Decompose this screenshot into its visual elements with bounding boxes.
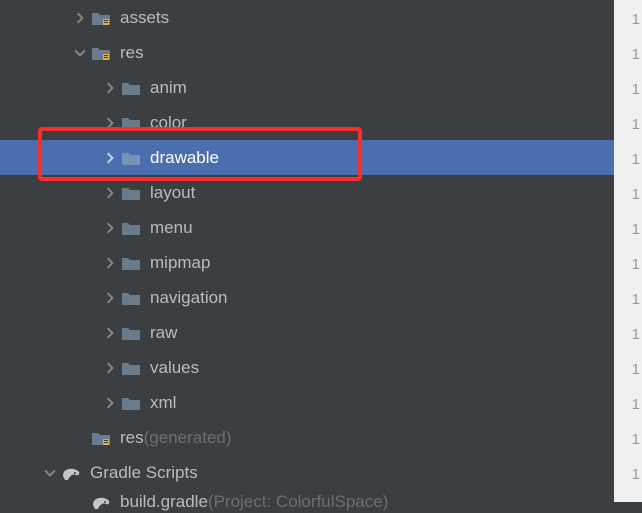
gutter-line: 1 — [614, 282, 642, 317]
folder-icon — [120, 147, 142, 169]
gutter-line: 1 — [614, 107, 642, 142]
tree-item-layout[interactable]: layout — [0, 175, 614, 210]
tree-label: values — [150, 358, 199, 378]
gutter-line: 1 — [614, 387, 642, 422]
gutter-line: 1 — [614, 352, 642, 387]
folder-icon — [120, 322, 142, 344]
tree-label: raw — [150, 323, 177, 343]
tree-label: drawable — [150, 148, 219, 168]
tree-label: mipmap — [150, 253, 210, 273]
tree-label: layout — [150, 183, 195, 203]
tree-item-assets[interactable]: assets — [0, 0, 614, 35]
tree-item-gradle-scripts[interactable]: Gradle Scripts — [0, 455, 614, 490]
tree-item-anim[interactable]: anim — [0, 70, 614, 105]
editor-gutter: 1 1 1 1 1 1 1 1 1 1 1 1 1 1 — [614, 0, 642, 502]
tree-label: color — [150, 113, 187, 133]
gutter-line: 1 — [614, 72, 642, 107]
folder-generated-icon — [90, 427, 112, 449]
tree-item-res-generated[interactable]: res (generated) — [0, 420, 614, 455]
project-tree[interactable]: assets res anim color — [0, 0, 614, 502]
tree-label: Gradle Scripts — [90, 463, 198, 483]
tree-label: navigation — [150, 288, 228, 308]
tree-item-values[interactable]: values — [0, 350, 614, 385]
folder-icon — [120, 182, 142, 204]
chevron-right-icon[interactable] — [70, 8, 90, 28]
gradle-icon — [60, 462, 82, 484]
gutter-line: 1 — [614, 422, 642, 457]
chevron-right-icon[interactable] — [100, 148, 120, 168]
chevron-right-icon[interactable] — [100, 218, 120, 238]
folder-icon — [120, 217, 142, 239]
folder-icon — [120, 77, 142, 99]
chevron-right-icon[interactable] — [100, 113, 120, 133]
chevron-right-icon[interactable] — [100, 183, 120, 203]
folder-icon — [120, 392, 142, 414]
chevron-right-icon[interactable] — [100, 393, 120, 413]
tree-label: anim — [150, 78, 187, 98]
tree-label: menu — [150, 218, 193, 238]
tree-item-navigation[interactable]: navigation — [0, 280, 614, 315]
tree-label: res — [120, 428, 144, 448]
tree-item-mipmap[interactable]: mipmap — [0, 245, 614, 280]
tree-item-drawable[interactable]: drawable — [0, 140, 614, 175]
folder-icon — [120, 287, 142, 309]
gutter-line: 1 — [614, 212, 642, 247]
gutter-line: 1 — [614, 177, 642, 212]
gutter-line: 1 — [614, 457, 642, 492]
tree-item-raw[interactable]: raw — [0, 315, 614, 350]
folder-icon — [120, 112, 142, 134]
chevron-right-icon[interactable] — [100, 323, 120, 343]
tree-item-menu[interactable]: menu — [0, 210, 614, 245]
chevron-right-icon[interactable] — [100, 253, 120, 273]
tree-label: res — [120, 43, 144, 63]
chevron-right-icon[interactable] — [100, 288, 120, 308]
chevron-right-icon[interactable] — [100, 358, 120, 378]
folder-icon — [120, 357, 142, 379]
folder-generated-icon — [90, 42, 112, 64]
tree-item-color[interactable]: color — [0, 105, 614, 140]
tree-item-res[interactable]: res — [0, 35, 614, 70]
chevron-down-icon[interactable] — [40, 463, 60, 483]
gutter-line: 1 — [614, 317, 642, 352]
gutter-line: 1 — [614, 2, 642, 37]
gutter-line: 1 — [614, 142, 642, 177]
tree-label-suffix: (generated) — [144, 428, 232, 448]
tree-label: assets — [120, 8, 169, 28]
tree-item-xml[interactable]: xml — [0, 385, 614, 420]
tree-label: xml — [150, 393, 176, 413]
gutter-line: 1 — [614, 247, 642, 282]
gutter-line: 1 — [614, 37, 642, 72]
chevron-right-icon[interactable] — [100, 78, 120, 98]
chevron-down-icon[interactable] — [70, 43, 90, 63]
folder-icon — [120, 252, 142, 274]
folder-generated-icon — [90, 7, 112, 29]
